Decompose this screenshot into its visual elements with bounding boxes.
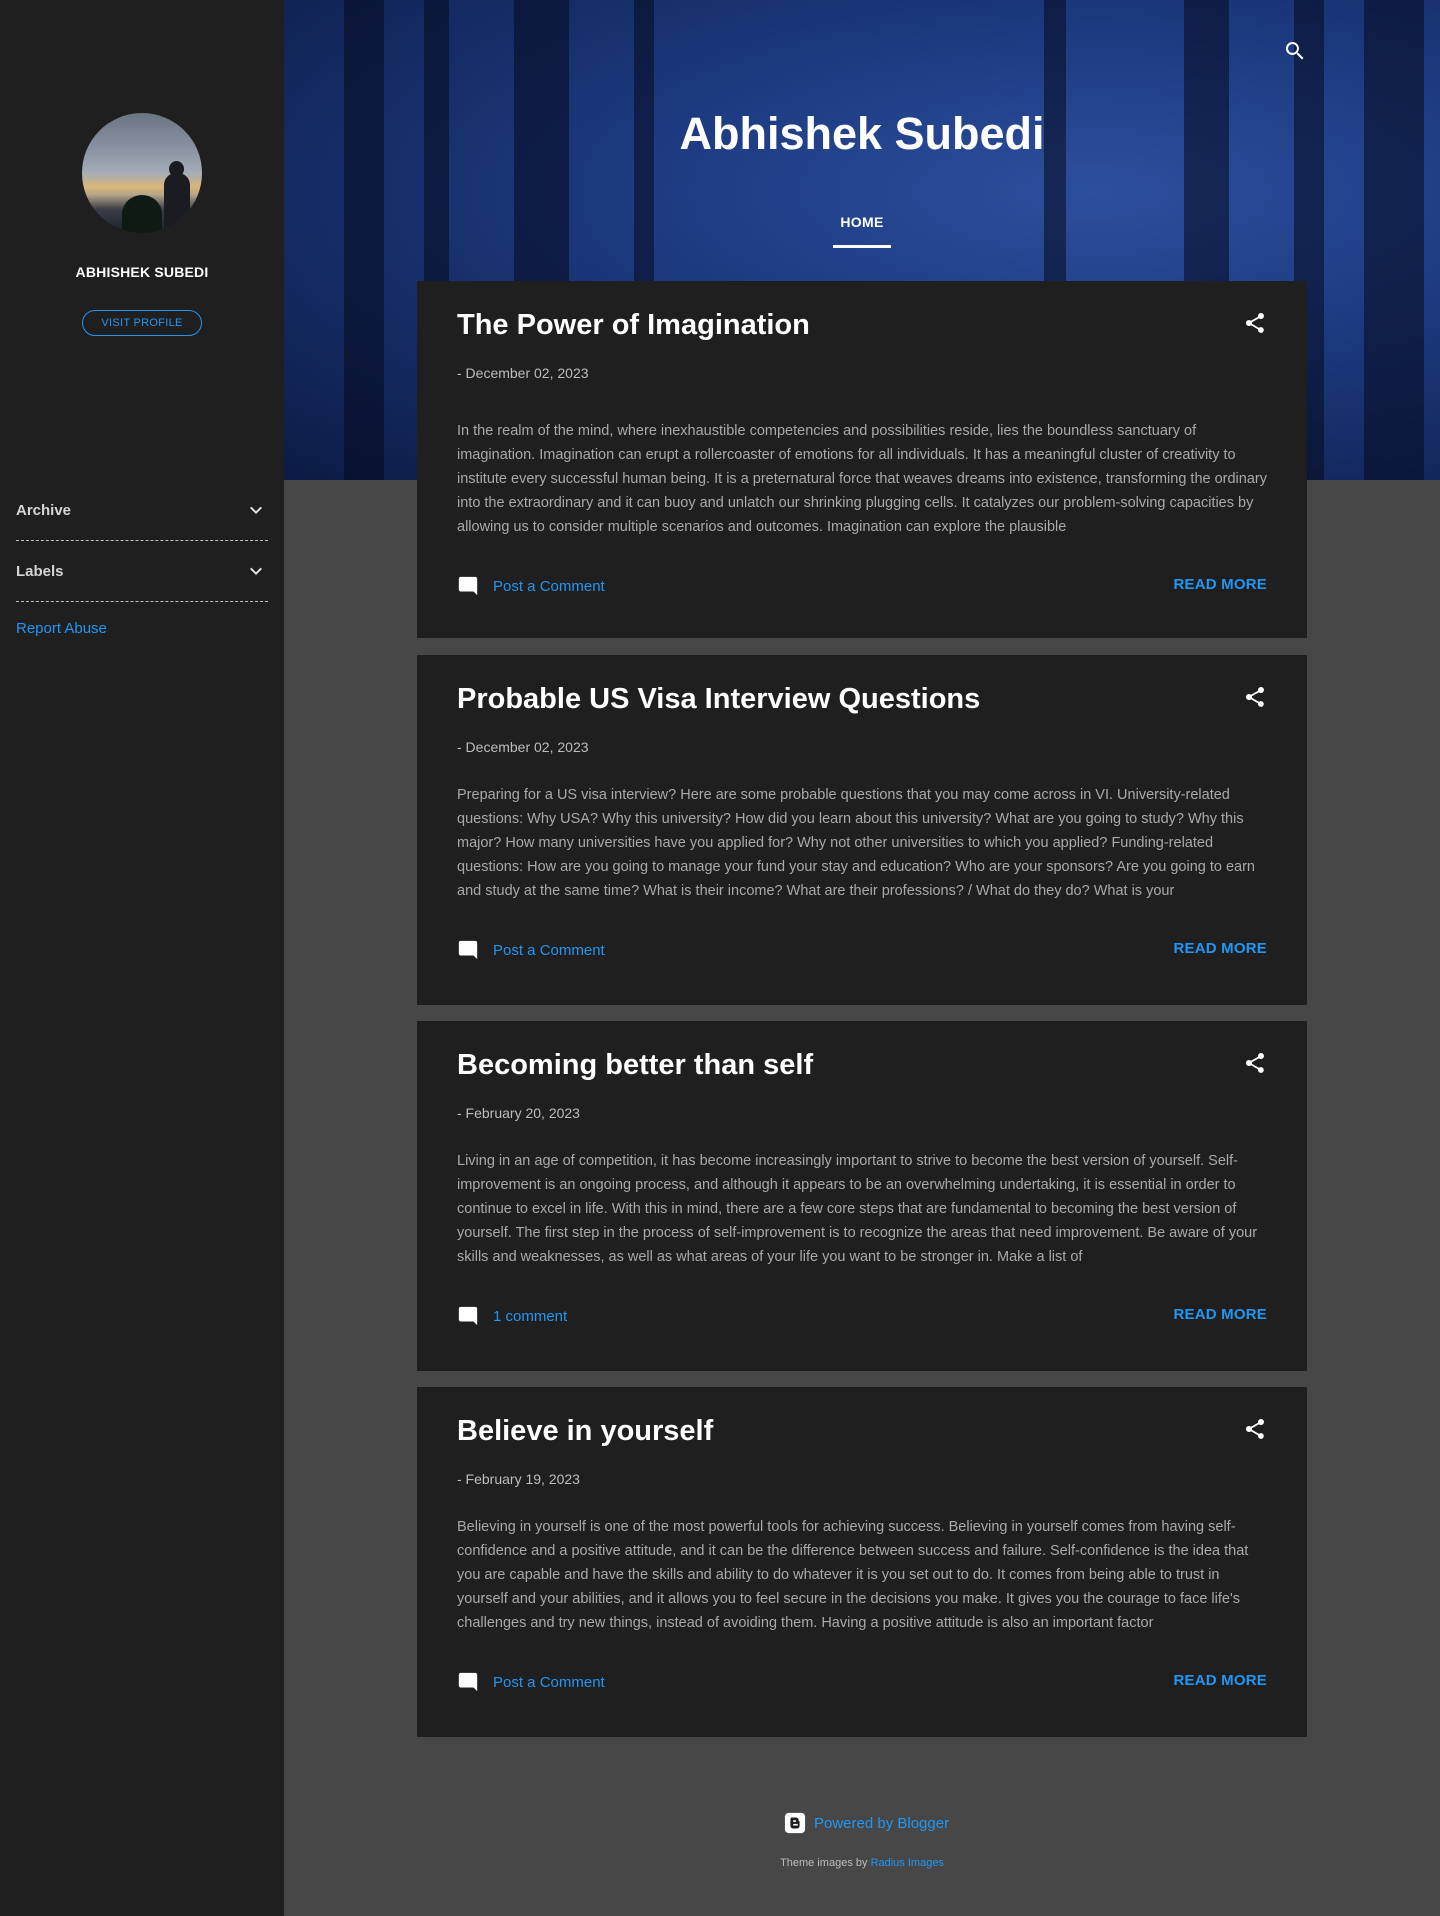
archive-widget[interactable]: Archive: [16, 495, 268, 525]
read-more-link[interactable]: READ MORE: [1174, 576, 1267, 593]
post-snippet: Believing in yourself is one of the most…: [457, 1519, 1249, 1631]
post-card: Probable US Visa Interview Questions - D…: [417, 655, 1307, 1005]
post-card: The Power of Imagination - December 02, …: [417, 281, 1307, 638]
report-abuse-link[interactable]: Report Abuse: [16, 620, 107, 637]
post-date[interactable]: - February 19, 2023: [457, 1471, 580, 1487]
chevron-down-icon[interactable]: [244, 498, 268, 522]
theme-credit: Theme images by Radius Images: [284, 1857, 1440, 1869]
share-icon[interactable]: [1243, 685, 1267, 709]
labels-widget[interactable]: Labels: [16, 556, 268, 586]
profile-name[interactable]: ABHISHEK SUBEDI: [0, 264, 284, 280]
comment-label: Post a Comment: [493, 577, 605, 595]
site-title[interactable]: Abhishek Subedi: [284, 108, 1440, 160]
powered-by-label: Powered by Blogger: [814, 1814, 950, 1832]
widget-divider: [16, 540, 268, 541]
labels-label: Labels: [16, 562, 64, 580]
post-card: Becoming better than self - February 20,…: [417, 1021, 1307, 1371]
comment-link[interactable]: Post a Comment: [457, 939, 605, 961]
post-snippet: Living in an age of competition, it has …: [457, 1153, 1258, 1265]
radius-images-link[interactable]: Radius Images: [871, 1857, 944, 1869]
visit-profile-button[interactable]: VISIT PROFILE: [82, 310, 202, 336]
post-snippet: Preparing for a US visa interview? Here …: [457, 787, 1255, 899]
post-title[interactable]: Becoming better than self: [457, 1049, 813, 1082]
widget-divider: [16, 601, 268, 602]
comment-label: Post a Comment: [493, 1673, 605, 1691]
comment-link[interactable]: Post a Comment: [457, 1671, 605, 1693]
comment-link[interactable]: 1 comment: [457, 1305, 567, 1327]
comment-icon: [458, 576, 478, 596]
post-date[interactable]: - December 02, 2023: [457, 739, 589, 755]
comment-icon: [458, 1306, 478, 1326]
post-title[interactable]: The Power of Imagination: [457, 309, 810, 342]
post-snippet: In the realm of the mind, where inexhaus…: [457, 423, 1267, 535]
avatar-tree: [122, 195, 162, 233]
post-title[interactable]: Probable US Visa Interview Questions: [457, 683, 980, 716]
comment-link[interactable]: Post a Comment: [457, 575, 605, 597]
post-date[interactable]: - February 20, 2023: [457, 1105, 580, 1121]
comment-label: 1 comment: [493, 1307, 568, 1325]
tree-trunk: [1364, 0, 1424, 480]
chevron-down-icon[interactable]: [244, 559, 268, 583]
share-icon[interactable]: [1243, 1417, 1267, 1441]
theme-credit-prefix: Theme images by: [780, 1857, 868, 1869]
comment-label: Post a Comment: [493, 941, 605, 959]
share-icon[interactable]: [1243, 311, 1267, 335]
blogger-icon: [784, 1812, 806, 1834]
tree-trunk: [344, 0, 384, 480]
powered-by-blogger-link[interactable]: Powered by Blogger: [784, 1812, 949, 1834]
archive-label: Archive: [16, 501, 72, 519]
share-icon[interactable]: [1243, 1051, 1267, 1075]
post-card: Believe in yourself - February 19, 2023 …: [417, 1387, 1307, 1737]
comment-icon: [458, 1672, 478, 1692]
read-more-link[interactable]: READ MORE: [1174, 940, 1267, 957]
sidebar: ABHISHEK SUBEDI VISIT PROFILE Archive La…: [0, 0, 284, 1916]
comment-icon: [458, 940, 478, 960]
search-icon[interactable]: [1283, 39, 1307, 63]
avatar[interactable]: [82, 113, 202, 233]
avatar-figure: [164, 173, 190, 233]
read-more-link[interactable]: READ MORE: [1174, 1306, 1267, 1323]
post-title[interactable]: Believe in yourself: [457, 1415, 713, 1448]
post-date[interactable]: - December 02, 2023: [457, 365, 589, 381]
nav-home-tab[interactable]: HOME: [833, 214, 891, 248]
read-more-link[interactable]: READ MORE: [1174, 1672, 1267, 1689]
